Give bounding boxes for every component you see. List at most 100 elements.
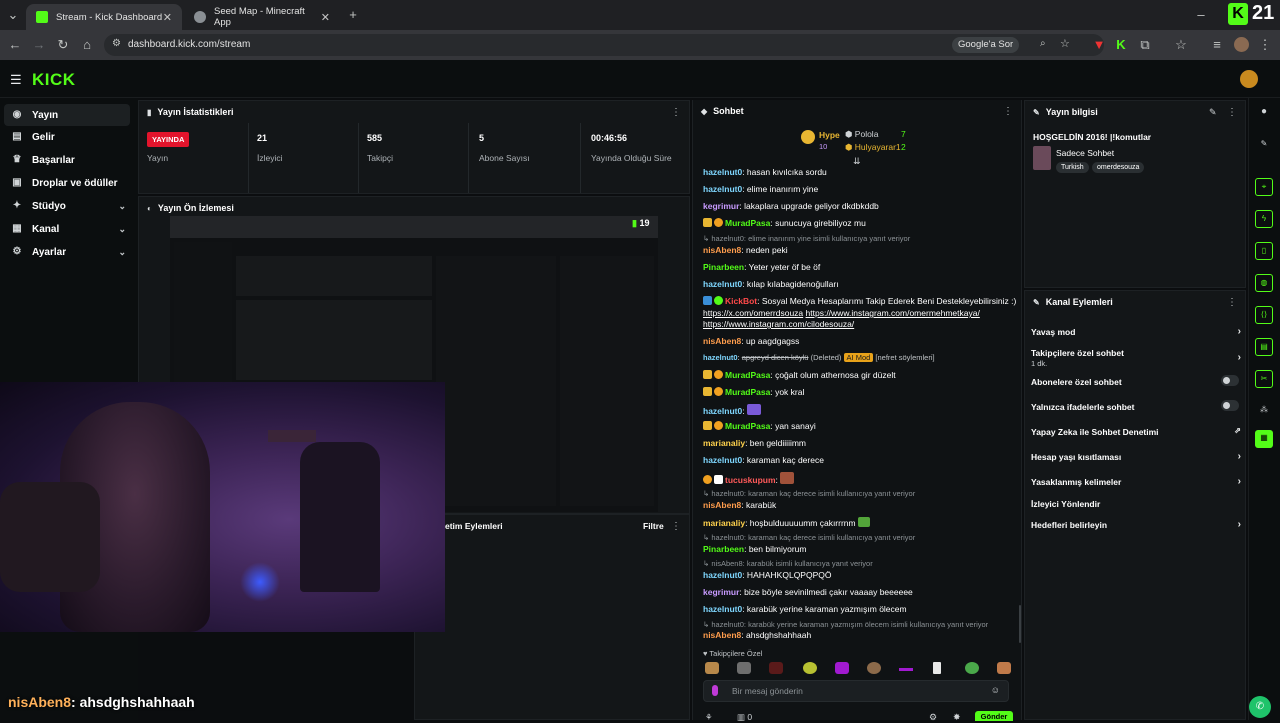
emote-8-icon[interactable] xyxy=(933,662,941,674)
kick-extension-small-icon[interactable]: K xyxy=(1112,36,1130,54)
chat-scrollbar[interactable] xyxy=(1019,605,1021,643)
chat-username[interactable]: tucuskupum xyxy=(725,475,776,485)
close-tab-icon[interactable]: ✕ xyxy=(163,11,172,24)
chat-username[interactable]: Pinarbeen xyxy=(703,262,744,272)
action-ai-moderation[interactable]: Yapay Zeka ile Sohbet Denetimi ⇗ xyxy=(1031,426,1241,437)
sidebar-item-studyo[interactable]: ✦ Stüdyo ⌄ xyxy=(4,195,130,217)
back-icon[interactable]: ← xyxy=(6,36,24,54)
chat-username[interactable]: hazelnut0 xyxy=(703,570,742,580)
minimize-window-icon[interactable]: – xyxy=(1192,6,1210,24)
emoji-icon[interactable]: ☺ xyxy=(991,685,1000,695)
home-icon[interactable]: ⌂ xyxy=(78,36,96,54)
tag-chip[interactable]: Turkish xyxy=(1056,162,1089,173)
chat-username[interactable]: nisAben8 xyxy=(703,245,741,255)
chat-username[interactable]: MuradPasa xyxy=(725,387,770,397)
action-set-goals[interactable]: Hedefleri belirleyin › xyxy=(1031,519,1241,530)
sidebar-item-yayin[interactable]: ◉ Yayın xyxy=(4,104,130,126)
gift-icon[interactable]: ⚘ xyxy=(705,712,713,723)
quick-action-4-icon[interactable]: ◍ xyxy=(1255,274,1273,292)
chat-username[interactable]: KickBot xyxy=(725,296,757,306)
link-x[interactable]: https://x.com/omerrdsouza xyxy=(703,308,803,318)
hamburger-menu-icon[interactable]: ☰ xyxy=(10,72,22,88)
chat-username[interactable]: MuradPasa xyxy=(725,421,770,431)
more-options-icon[interactable]: ⋮ xyxy=(1227,297,1237,308)
extension-red-icon[interactable]: ▼ xyxy=(1090,36,1108,54)
emote-6-icon[interactable] xyxy=(867,662,881,674)
sidebar-item-basarilar[interactable]: ♛ Başarılar xyxy=(4,149,130,171)
action-banned-words[interactable]: Yasaklanmış kelimeler › xyxy=(1031,476,1241,487)
url-bar[interactable]: ⚙ dashboard.kick.com/stream Google'a Sor… xyxy=(104,34,1104,56)
media-icon[interactable]: ≡ xyxy=(1208,36,1226,54)
chat-username[interactable]: hazelnut0 xyxy=(703,604,742,614)
extensions-puzzle-icon[interactable]: ⧉ xyxy=(1136,36,1154,54)
emote-10-icon[interactable] xyxy=(997,662,1011,674)
google-ask-button[interactable]: Google'a Sor xyxy=(952,37,1020,53)
action-account-age[interactable]: Hesap yaşı kısıtlaması › xyxy=(1031,451,1241,462)
emote-1-icon[interactable] xyxy=(705,662,719,674)
chat-username[interactable]: MuradPasa xyxy=(725,218,770,228)
category-name[interactable]: Sadece Sohbet xyxy=(1056,148,1114,158)
chat-username[interactable]: hazelnut0 xyxy=(703,167,742,177)
action-slow-mode[interactable]: Yavaş mod › xyxy=(1031,326,1241,337)
tab-search-icon[interactable]: ⌄ xyxy=(4,6,22,24)
user-avatar[interactable] xyxy=(1240,70,1258,88)
chat-username[interactable]: kegrimur xyxy=(703,201,739,211)
quick-action-3-icon[interactable]: ▯ xyxy=(1255,242,1273,260)
new-tab-icon[interactable]: + xyxy=(344,6,362,24)
more-options-icon[interactable]: ⋮ xyxy=(1227,107,1237,118)
chat-username[interactable]: marianaliy xyxy=(703,518,745,528)
more-options-icon[interactable]: ⋮ xyxy=(671,107,681,118)
bookmark-star-icon[interactable]: ☆ xyxy=(1060,37,1070,50)
more-options-icon[interactable]: ⋮ xyxy=(1003,106,1013,117)
emote-2-icon[interactable] xyxy=(737,662,751,674)
bookmarks-icon[interactable]: ☆ xyxy=(1172,36,1190,54)
quick-action-1-icon[interactable]: ⌖ xyxy=(1255,178,1273,196)
floating-action-icon[interactable]: ✆ xyxy=(1249,696,1271,718)
site-info-icon[interactable]: ⚙ xyxy=(112,38,121,49)
filter-button[interactable]: Filtre xyxy=(643,521,664,531)
tab-kick-dashboard[interactable]: Stream - Kick Dashboard ✕ xyxy=(26,4,182,30)
emote-5-icon[interactable] xyxy=(835,662,849,674)
pin-icon[interactable]: ⇊ xyxy=(853,156,861,167)
sidebar-item-kanal[interactable]: ▦ Kanal ⌄ xyxy=(4,218,130,240)
chat-input[interactable]: Bir mesaj gönderin ☺ xyxy=(703,680,1009,702)
forward-icon[interactable]: → xyxy=(30,36,48,54)
action-followers-only[interactable]: Takipçilere özel sohbet 1 dk. › xyxy=(1031,348,1241,368)
sidebar-item-ayarlar[interactable]: ⚙ Ayarlar ⌄ xyxy=(4,241,130,263)
link-instagram-1[interactable]: https://www.instagram.com/omermehmetkaya… xyxy=(806,308,980,318)
tab-seed-map[interactable]: Seed Map - Minecraft App ✕ xyxy=(184,4,340,30)
chat-username[interactable]: Pinarbeen xyxy=(703,544,744,554)
emote-only-toggle[interactable] xyxy=(1221,400,1239,411)
chat-username[interactable]: marianaliy xyxy=(703,438,745,448)
mod-icon[interactable]: ✸ xyxy=(953,712,961,723)
zoom-icon[interactable]: ⌕ xyxy=(1040,38,1046,49)
chat-username[interactable]: hazelnut0 xyxy=(703,406,742,416)
emote-7-icon[interactable] xyxy=(899,668,913,671)
profile-avatar[interactable] xyxy=(1234,37,1249,52)
chat-username[interactable]: hazelnut0 xyxy=(703,184,742,194)
chat-username[interactable]: nisAben8 xyxy=(703,630,741,640)
chat-username[interactable]: hazelnut0 xyxy=(703,279,742,289)
close-tab-icon[interactable]: ✕ xyxy=(321,11,330,24)
sidebar-item-gelir[interactable]: ▤ Gelir xyxy=(4,126,130,148)
more-options-icon[interactable]: ⋮ xyxy=(671,521,681,532)
emote-9-icon[interactable] xyxy=(965,662,979,674)
subscribers-only-toggle[interactable] xyxy=(1221,375,1239,386)
link-instagram-2[interactable]: https://www.instagram.com/cilodesouza/ xyxy=(703,319,854,329)
pencil-icon[interactable]: ✎ xyxy=(1255,136,1273,154)
quick-action-2-icon[interactable]: ϟ xyxy=(1255,210,1273,228)
category-thumbnail[interactable] xyxy=(1033,146,1051,170)
edit-icon[interactable]: ✎ xyxy=(1209,107,1217,118)
chat-username[interactable]: kegrimur xyxy=(703,587,739,597)
quick-action-6-icon[interactable]: ▤ xyxy=(1255,338,1273,356)
chat-username[interactable]: nisAben8 xyxy=(703,500,741,510)
chat-username[interactable]: hazelnut0 xyxy=(703,455,742,465)
emote-picker-icon[interactable] xyxy=(712,685,718,696)
sidebar-item-droplar[interactable]: ▣ Droplar ve ödüller xyxy=(4,172,130,194)
settings-icon[interactable]: ⚙ xyxy=(929,712,937,723)
action-redirect-viewers[interactable]: İzleyici Yönlendir xyxy=(1031,499,1241,509)
chat-username[interactable]: hazelnut0 xyxy=(703,353,738,362)
tag-chip[interactable]: omerdesouza xyxy=(1092,162,1145,173)
kick-extension-icon[interactable]: K xyxy=(1228,3,1248,25)
emote-4-icon[interactable] xyxy=(803,662,817,674)
